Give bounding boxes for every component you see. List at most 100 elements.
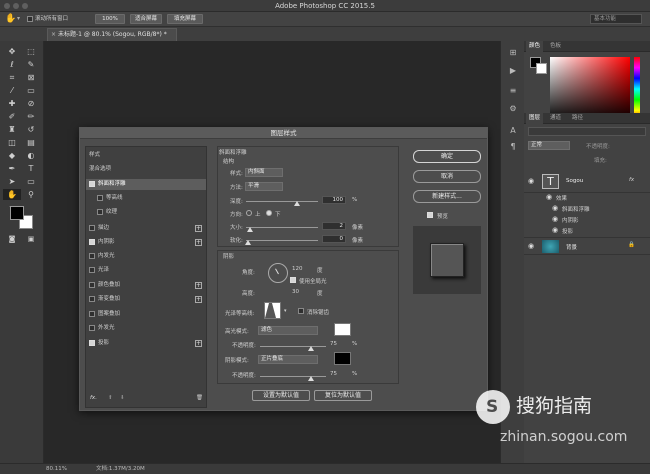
technique-select[interactable]: 平滑 [245, 182, 283, 191]
brush-tool-icon[interactable]: ✐ [3, 111, 21, 122]
gloss-contour-preview[interactable] [264, 302, 281, 319]
effect-item-gradient-overlay[interactable]: 渐变叠加 + [86, 294, 206, 305]
effect-item-stroke[interactable]: 描边 + [86, 223, 206, 234]
add-effect-icon[interactable]: + [195, 225, 202, 232]
effect-eye-icon[interactable]: ◉ [552, 226, 558, 234]
effect-checkbox[interactable] [89, 181, 95, 187]
move-up-icon[interactable]: ⬆ [108, 395, 113, 401]
effect-item-pattern-overlay[interactable]: 图案叠加 [86, 309, 206, 320]
depth-slider[interactable] [246, 201, 318, 202]
effect-checkbox[interactable] [89, 325, 95, 331]
effect-checkbox[interactable] [89, 282, 95, 288]
path-select-tool-icon[interactable]: ➤ [3, 176, 21, 187]
effect-item-satin[interactable]: 光泽 [86, 265, 206, 276]
zoom-tool-icon[interactable]: ⚲ [22, 189, 40, 200]
visibility-eye-icon[interactable]: ◉ [528, 242, 534, 250]
angle-dial[interactable] [268, 263, 288, 283]
effect-item-drop-shadow[interactable]: 投影 + [86, 338, 206, 349]
soften-slider[interactable] [246, 240, 318, 241]
effect-item-inner-shadow[interactable]: 内阴影 + [86, 237, 206, 248]
layer-row-background[interactable]: ◉ 背景 🔒 [524, 237, 650, 255]
highlight-opacity-value[interactable]: 75 [330, 341, 337, 347]
effect-checkbox[interactable] [97, 209, 103, 215]
character-panel-icon[interactable]: A [506, 125, 520, 137]
size-input[interactable]: 2 [322, 222, 346, 230]
patch-tool-icon[interactable]: ⊘ [22, 98, 40, 109]
effect-checkbox[interactable] [89, 340, 95, 346]
document-tab[interactable]: × 未标题-1 @ 80.1% (Sogou, RGB/8*) * [47, 28, 177, 41]
workspace-switcher[interactable]: 基本功能 [590, 14, 642, 24]
hand-tool-selected-icon[interactable]: ✋ [3, 189, 21, 200]
eraser-tool-icon[interactable]: ◫ [3, 137, 21, 148]
eyedropper-tool-icon[interactable]: ⁄ [3, 85, 21, 96]
actions-panel-icon[interactable]: ▶ [506, 65, 520, 77]
layer-row-text[interactable]: ◉ T Sogou fx [524, 171, 650, 193]
highlight-color-swatch[interactable] [334, 323, 351, 336]
zoom-100-button[interactable]: 100% [95, 14, 125, 24]
direction-down-radio[interactable] [266, 210, 272, 216]
effect-checkbox[interactable] [97, 195, 103, 201]
marquee-tool-icon[interactable]: ⬚ [22, 46, 40, 57]
status-zoom[interactable]: 80.11% [46, 464, 67, 474]
shadow-color-swatch[interactable] [334, 352, 351, 365]
quick-mask-icon[interactable]: ◙ [3, 234, 21, 245]
effect-checkbox[interactable] [89, 296, 95, 302]
type-tool-icon[interactable]: T [22, 163, 40, 174]
color-spectrum[interactable] [550, 57, 630, 121]
set-default-button[interactable]: 设置为默认值 [252, 390, 310, 401]
angle-value[interactable]: 120 [292, 266, 303, 272]
crop-tool-icon[interactable]: ⌗ [3, 72, 21, 83]
style-select[interactable]: 内斜面 [245, 168, 283, 177]
shadow-opacity-knob[interactable] [308, 376, 314, 381]
effects-eye-icon[interactable]: ◉ [546, 193, 552, 201]
dodge-tool-icon[interactable]: ◐ [22, 150, 40, 161]
effect-checkbox[interactable] [89, 311, 95, 317]
add-effect-icon[interactable]: + [195, 296, 202, 303]
effect-checkbox[interactable] [89, 253, 95, 259]
move-tool-icon[interactable]: ✥ [3, 46, 21, 57]
history-panel-icon[interactable]: ⊞ [506, 47, 520, 59]
soften-slider-knob[interactable] [245, 240, 251, 245]
add-effect-icon[interactable]: + [195, 239, 202, 246]
fill-screen-button[interactable]: 填充屏幕 [167, 14, 203, 24]
altitude-value[interactable]: 30 [292, 289, 299, 295]
pencil-tool-icon[interactable]: ✏ [22, 111, 40, 122]
effect-item-texture[interactable]: 纹理 [86, 207, 206, 218]
tab-swatches[interactable]: 色板 [550, 41, 561, 52]
layer-filter[interactable] [528, 127, 646, 136]
new-style-button[interactable]: 新建样式... [413, 190, 481, 203]
depth-input[interactable]: 100 [322, 196, 346, 204]
depth-slider-knob[interactable] [294, 201, 300, 206]
effect-item-bevel[interactable]: 斜面和浮雕 [86, 179, 206, 190]
preview-checkbox[interactable] [427, 212, 433, 218]
fit-screen-button[interactable]: 适合屏幕 [130, 14, 162, 24]
hand-tool-icon[interactable]: ✋ [5, 14, 16, 24]
effect-checkbox[interactable] [89, 267, 95, 273]
pen-tool-icon[interactable]: ✒ [3, 163, 21, 174]
effect-item-inner-glow[interactable]: 内发光 [86, 251, 206, 262]
move-down-icon[interactable]: ⬇ [120, 395, 125, 401]
highlight-opacity-knob[interactable] [308, 346, 314, 351]
shadow-opacity-slider[interactable] [260, 376, 326, 377]
highlight-mode-select[interactable]: 滤色 [258, 326, 318, 335]
reset-default-button[interactable]: 复位为默认值 [314, 390, 372, 401]
blend-mode-select[interactable]: 正常 [528, 141, 570, 150]
cancel-button[interactable]: 取消 [413, 170, 481, 183]
soften-input[interactable]: 0 [322, 235, 346, 243]
blend-options-item[interactable]: 混合选项 [86, 164, 206, 175]
ruler-tool-icon[interactable]: ▭ [22, 85, 40, 96]
shadow-opacity-value[interactable]: 75 [330, 371, 337, 377]
adjustments-panel-icon[interactable]: ⚙ [506, 103, 520, 115]
tab-color[interactable]: 颜色 [526, 41, 544, 52]
history-brush-icon[interactable]: ↺ [22, 124, 40, 135]
quick-select-tool-icon[interactable]: ✎ [22, 59, 40, 70]
hue-slider[interactable] [634, 57, 640, 121]
tab-paths[interactable]: 路径 [572, 113, 583, 124]
healing-brush-icon[interactable]: ✚ [3, 98, 21, 109]
tab-layers[interactable]: 图层 [526, 113, 544, 124]
tool-preset-chevron-icon[interactable]: ▾ [17, 15, 20, 22]
direction-up-radio[interactable] [246, 210, 252, 216]
visibility-eye-icon[interactable]: ◉ [528, 177, 534, 185]
effect-checkbox[interactable] [89, 239, 95, 245]
blur-tool-icon[interactable]: ◆ [3, 150, 21, 161]
